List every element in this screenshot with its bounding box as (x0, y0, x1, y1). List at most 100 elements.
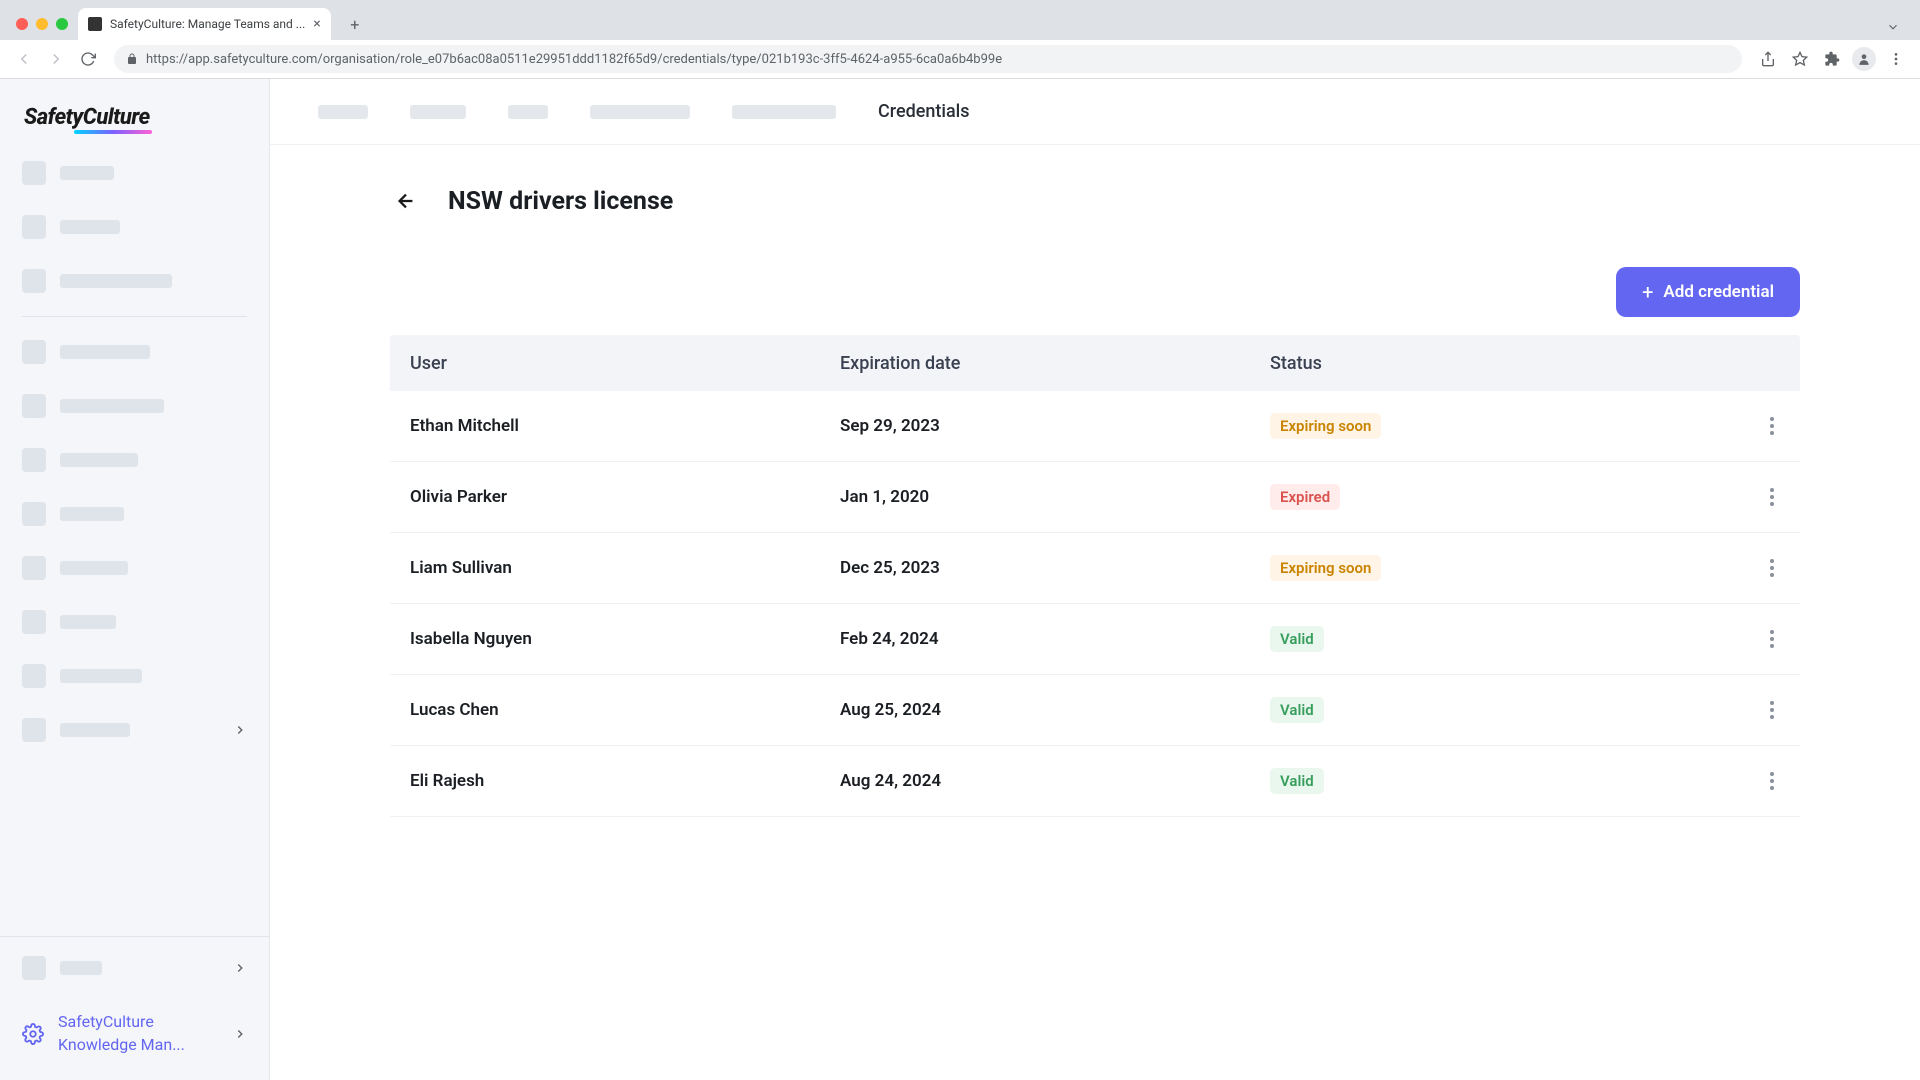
window-zoom-icon[interactable] (56, 18, 68, 30)
sidebar-item[interactable] (22, 493, 247, 535)
bookmark-star-icon[interactable] (1786, 45, 1814, 73)
table-row[interactable]: Lucas ChenAug 25, 2024Valid (390, 675, 1800, 746)
kebab-icon (1764, 766, 1780, 796)
plus-icon: + (1642, 280, 1653, 304)
nav-back-button[interactable] (10, 45, 38, 73)
td-expiration: Dec 25, 2023 (840, 558, 1270, 578)
extensions-icon[interactable] (1818, 45, 1846, 73)
kebab-icon (1764, 411, 1780, 441)
sidebar-item[interactable] (22, 709, 247, 751)
table-row[interactable]: Liam SullivanDec 25, 2023Expiring soon (390, 533, 1800, 604)
new-tab-button[interactable]: + (341, 10, 369, 38)
placeholder-icon (22, 610, 46, 634)
placeholder-icon (22, 215, 46, 239)
status-badge: Expiring soon (1270, 555, 1381, 581)
sidebar-item[interactable] (22, 260, 247, 302)
row-menu-button[interactable] (1700, 482, 1780, 512)
sidebar-item[interactable] (22, 385, 247, 427)
placeholder-text (60, 723, 130, 737)
placeholder-text (60, 274, 172, 288)
placeholder-icon (22, 269, 46, 293)
sidebar-item[interactable] (22, 152, 247, 194)
td-expiration: Feb 24, 2024 (840, 629, 1270, 649)
page-title: NSW drivers license (448, 187, 673, 216)
td-status: Valid (1270, 768, 1700, 794)
topbar-placeholder (508, 105, 548, 119)
table-row[interactable]: Ethan MitchellSep 29, 2023Expiring soon (390, 391, 1800, 462)
sidebar: SafetyCulture (0, 79, 270, 1080)
browser-menu-icon[interactable] (1882, 45, 1910, 73)
sidebar-item[interactable] (22, 331, 247, 373)
sidebar-item[interactable] (22, 601, 247, 643)
row-menu-button[interactable] (1700, 553, 1780, 583)
row-menu-button[interactable] (1700, 624, 1780, 654)
browser-toolbar: https://app.safetyculture.com/organisati… (0, 40, 1920, 79)
credentials-table: User Expiration date Status Ethan Mitche… (390, 335, 1800, 817)
action-row: + Add credential (390, 267, 1800, 317)
kebab-icon (1764, 482, 1780, 512)
browser-tab[interactable]: SafetyCulture: Manage Teams and ... × (78, 8, 331, 40)
td-user: Isabella Nguyen (410, 629, 840, 649)
sidebar-item[interactable] (22, 439, 247, 481)
back-button[interactable] (390, 185, 422, 217)
td-user: Olivia Parker (410, 487, 840, 507)
table-row[interactable]: Olivia ParkerJan 1, 2020Expired (390, 462, 1800, 533)
app-root: SafetyCulture (0, 79, 1920, 1080)
toolbar-right (1754, 45, 1910, 73)
favicon-icon (88, 17, 102, 31)
placeholder-icon (22, 956, 46, 980)
table-header: User Expiration date Status (390, 335, 1800, 391)
table-row[interactable]: Isabella NguyenFeb 24, 2024Valid (390, 604, 1800, 675)
td-expiration: Aug 24, 2024 (840, 771, 1270, 791)
tab-title: SafetyCulture: Manage Teams and ... (110, 17, 305, 31)
gear-icon (22, 1023, 44, 1045)
table-row[interactable]: Eli RajeshAug 24, 2024Valid (390, 746, 1800, 817)
td-status: Expired (1270, 484, 1700, 510)
placeholder-text (60, 961, 102, 975)
placeholder-text (60, 345, 150, 359)
placeholder-icon (22, 664, 46, 688)
nav-reload-button[interactable] (74, 45, 102, 73)
row-menu-button[interactable] (1700, 766, 1780, 796)
placeholder-text (60, 561, 128, 575)
url-text: https://app.safetyculture.com/organisati… (146, 52, 1002, 67)
sidebar-item[interactable] (0, 937, 269, 999)
td-status: Expiring soon (1270, 413, 1700, 439)
chevron-right-icon (233, 1027, 247, 1041)
placeholder-text (60, 669, 142, 683)
content: NSW drivers license + Add credential Use… (270, 145, 1920, 817)
sidebar-item[interactable] (22, 206, 247, 248)
sidebar-item[interactable] (22, 547, 247, 589)
main: Credentials NSW drivers license + Add cr… (270, 79, 1920, 1080)
nav-forward-button[interactable] (42, 45, 70, 73)
th-status: Status (1270, 353, 1700, 374)
row-menu-button[interactable] (1700, 411, 1780, 441)
window-controls (12, 18, 78, 40)
share-icon[interactable] (1754, 45, 1782, 73)
td-user: Lucas Chen (410, 700, 840, 720)
td-user: Liam Sullivan (410, 558, 840, 578)
topbar-tab-credentials[interactable]: Credentials (878, 101, 970, 122)
topbar-placeholder (410, 105, 466, 119)
td-expiration: Sep 29, 2023 (840, 416, 1270, 436)
tab-close-icon[interactable]: × (313, 16, 320, 32)
sidebar-item[interactable] (22, 655, 247, 697)
td-expiration: Jan 1, 2020 (840, 487, 1270, 507)
url-bar[interactable]: https://app.safetyculture.com/organisati… (114, 45, 1742, 73)
add-credential-button[interactable]: + Add credential (1616, 267, 1800, 317)
chevron-right-icon (233, 723, 247, 737)
status-badge: Expired (1270, 484, 1340, 510)
add-button-label: Add credential (1663, 282, 1774, 302)
placeholder-text (60, 399, 164, 413)
row-menu-button[interactable] (1700, 695, 1780, 725)
tabs-overflow-icon[interactable] (1886, 20, 1900, 34)
profile-avatar[interactable] (1850, 45, 1878, 73)
topbar-placeholder (590, 105, 690, 119)
window-close-icon[interactable] (16, 18, 28, 30)
placeholder-icon (22, 394, 46, 418)
page-header: NSW drivers license (390, 185, 1800, 217)
status-badge: Valid (1270, 697, 1324, 723)
sidebar-item-knowledge[interactable]: SafetyCulture Knowledge Man... (0, 999, 269, 1080)
placeholder-text (60, 615, 116, 629)
window-minimize-icon[interactable] (36, 18, 48, 30)
